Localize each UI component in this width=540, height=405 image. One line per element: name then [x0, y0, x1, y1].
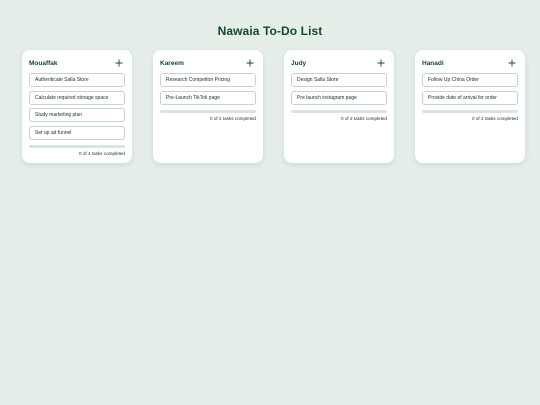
- card-header: Mouaffak: [29, 57, 125, 69]
- task-item[interactable]: Provide date of arrival for order: [422, 90, 518, 105]
- progress-text: 0 of 2 tasks completed: [210, 115, 256, 121]
- task-item[interactable]: Study marketing plan: [29, 108, 125, 122]
- progress-label: tasks completed: [91, 150, 125, 156]
- progress-bar: [160, 109, 256, 113]
- card-name: Judy: [291, 59, 307, 67]
- progress-text: 0 of 2 tasks completed: [341, 115, 387, 121]
- progress-bar: [29, 144, 125, 148]
- task-item[interactable]: Follow Up China Order: [422, 73, 518, 87]
- board: Mouaffak Authenticate Salla Store Calcul…: [22, 50, 525, 163]
- task-item[interactable]: Authenticate Salla Store: [29, 73, 125, 87]
- list-card-mouaffak: Mouaffak Authenticate Salla Store Calcul…: [22, 50, 132, 163]
- add-task-button[interactable]: [244, 57, 256, 69]
- list-card-hanadi: Hanadi Follow Up China Order Provide dat…: [415, 50, 525, 163]
- task-item[interactable]: Set up ad funnel: [29, 125, 125, 140]
- progress-label: tasks completed: [353, 115, 387, 121]
- card-header: Judy: [291, 57, 387, 69]
- card-name: Hanadi: [422, 59, 444, 67]
- task-item[interactable]: Calculate required storage space: [29, 90, 125, 105]
- card-header: Kareem: [160, 57, 256, 69]
- card-header: Hanadi: [422, 57, 518, 69]
- add-task-button[interactable]: [375, 57, 387, 69]
- list-card-kareem: Kareem Research Competitor Pricing Pre-L…: [153, 50, 263, 163]
- progress-bar: [291, 109, 387, 113]
- progress-label: tasks completed: [222, 115, 256, 121]
- task-item[interactable]: Pre launch instagram page: [291, 90, 387, 105]
- page: Nawaia To-Do List Mouaffak Authenticate …: [0, 0, 540, 405]
- progress-bar: [422, 109, 518, 113]
- page-title: Nawaia To-Do List: [217, 24, 323, 38]
- task-item[interactable]: Design Salla Store: [291, 73, 387, 87]
- list-card-judy: Judy Design Salla Store Pre launch insta…: [284, 50, 394, 163]
- plus-icon: [246, 59, 254, 67]
- add-task-button[interactable]: [113, 57, 125, 69]
- progress-label: tasks completed: [484, 115, 518, 121]
- task-item[interactable]: Pre-Launch TikTok page: [160, 90, 256, 105]
- add-task-button[interactable]: [506, 57, 518, 69]
- plus-icon: [115, 59, 123, 67]
- card-name: Kareem: [160, 59, 184, 67]
- progress-text: 0 of 2 tasks completed: [472, 115, 518, 121]
- task-item[interactable]: Research Competitor Pricing: [160, 73, 256, 87]
- card-name: Mouaffak: [29, 59, 58, 67]
- progress-text: 0 of 4 tasks completed: [79, 150, 125, 156]
- plus-icon: [377, 59, 385, 67]
- plus-icon: [508, 59, 516, 67]
